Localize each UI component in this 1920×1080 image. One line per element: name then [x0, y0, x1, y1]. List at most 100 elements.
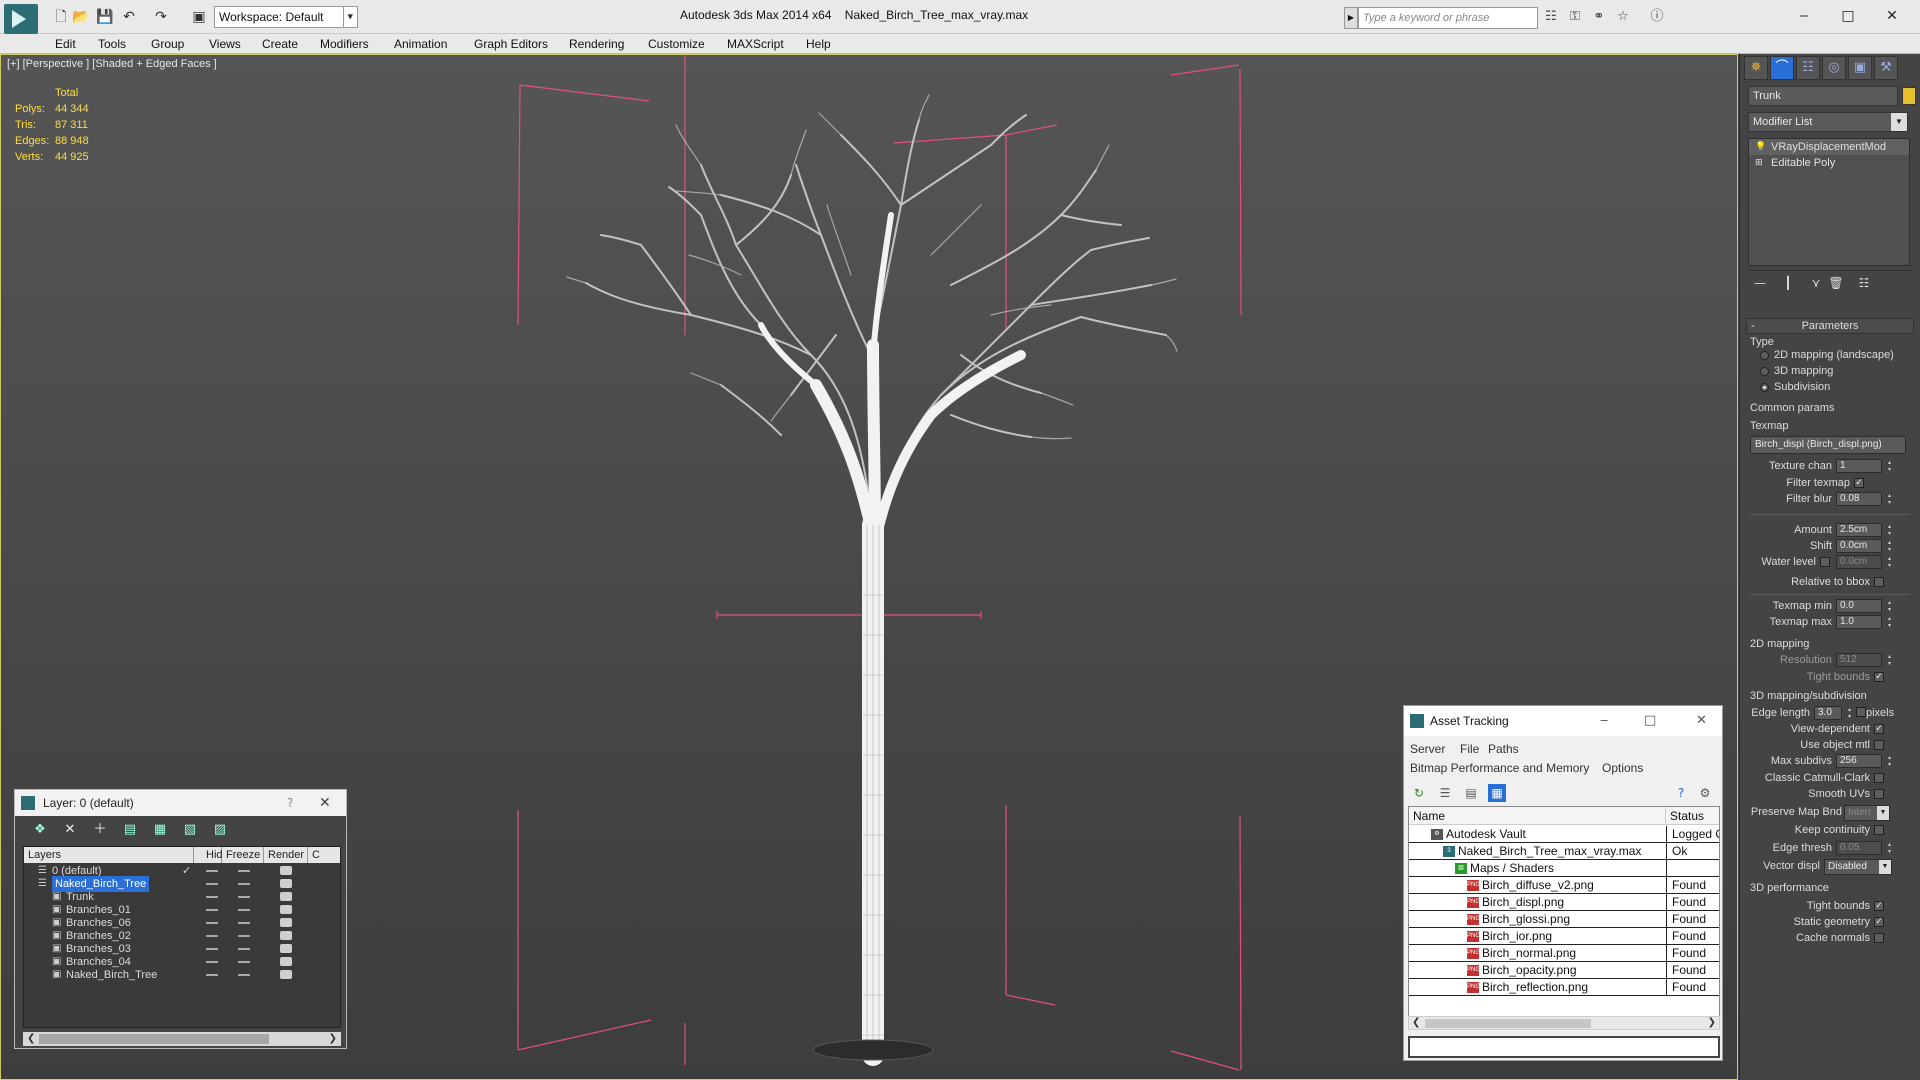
use-object-mtl-checkbox[interactable]	[1874, 740, 1884, 750]
create-tab-icon[interactable]: ✵	[1744, 56, 1768, 80]
menu-bitmap-performance[interactable]: Bitmap Performance and Memory	[1410, 761, 1589, 775]
render-teapot-icon[interactable]	[280, 905, 292, 914]
add-to-layer-icon[interactable]: ＋	[91, 821, 109, 839]
edge-length-spinner[interactable]: 3.0	[1814, 706, 1851, 720]
hide-toggle[interactable]	[206, 974, 218, 976]
project-icon[interactable]: ▣	[190, 8, 208, 26]
tree-view-icon[interactable]: ▤	[1462, 784, 1480, 802]
layer-dialog-titlebar[interactable]: Layer: 0 (default) ? ✕	[15, 790, 346, 816]
scroll-left-icon[interactable]: ❮	[27, 1032, 35, 1046]
menu-tools[interactable]: Tools	[98, 37, 126, 51]
classic-catmull-checkbox[interactable]	[1874, 773, 1884, 783]
close-icon[interactable]: ✕	[1696, 706, 1707, 736]
refresh-icon[interactable]: ↻	[1410, 784, 1428, 802]
filter-blur-spinner[interactable]: 0.08	[1836, 492, 1891, 506]
column-header-layers[interactable]: Layers	[24, 847, 194, 863]
render-teapot-icon[interactable]	[280, 944, 292, 953]
texture-chan-spinner[interactable]: 1	[1836, 459, 1891, 473]
asset-row[interactable]: PNG Birch_opacity.png Found	[1409, 962, 1719, 979]
column-header-freeze[interactable]: Freeze	[222, 847, 264, 863]
hide-toggle[interactable]	[206, 909, 218, 911]
asset-row[interactable]: PNG Birch_diffuse_v2.png Found	[1409, 877, 1719, 894]
layer-name[interactable]: Naked_Birch_Tree	[66, 967, 157, 983]
render-teapot-icon[interactable]	[280, 918, 292, 927]
help-icon[interactable]: ?	[1672, 784, 1690, 802]
render-teapot-icon[interactable]	[280, 866, 292, 875]
menu-rendering[interactable]: Rendering	[569, 37, 624, 51]
search-expand-icon[interactable]: ▶	[1344, 7, 1358, 29]
binoculars-icon[interactable]: ☷	[1542, 8, 1560, 26]
minimize-icon[interactable]: ‒	[1784, 4, 1824, 28]
asset-row[interactable]: PNG Birch_glossi.png Found	[1409, 911, 1719, 928]
menu-options[interactable]: Options	[1602, 761, 1643, 775]
table-view-icon[interactable]: ▦	[1488, 784, 1506, 802]
menu-help[interactable]: Help	[806, 37, 831, 51]
menu-modifiers[interactable]: Modifiers	[320, 37, 369, 51]
select-objects-icon[interactable]: ▤	[121, 821, 139, 839]
column-header-render[interactable]: Render	[264, 847, 308, 863]
freeze-toggle[interactable]	[238, 870, 250, 872]
layer-row[interactable]: Naked_Birch_Tree ▣	[24, 967, 340, 983]
close-icon[interactable]: ✕	[319, 790, 331, 816]
vector-displ-dropdown[interactable]: Disabled ▼	[1824, 859, 1892, 875]
menu-server[interactable]: Server	[1410, 742, 1445, 756]
configure-modifier-sets-icon[interactable]: ☷	[1856, 275, 1872, 291]
parameters-rollout-header[interactable]: - Parameters	[1746, 318, 1914, 334]
pixels-checkbox[interactable]	[1856, 707, 1866, 717]
maximize-icon[interactable]: □	[1828, 4, 1868, 28]
pin-stack-icon[interactable]: —	[1752, 275, 1768, 291]
smooth-uvs-checkbox[interactable]	[1874, 789, 1884, 799]
tight-bounds-checkbox[interactable]: ✓	[1874, 672, 1884, 682]
freeze-toggle[interactable]	[238, 909, 250, 911]
column-header-color[interactable]: C	[308, 847, 340, 863]
menu-paths[interactable]: Paths	[1488, 742, 1519, 756]
scrollbar-thumb[interactable]	[39, 1034, 269, 1044]
hide-toggle[interactable]	[206, 935, 218, 937]
make-unique-icon[interactable]: ⋎	[1808, 275, 1824, 291]
asset-row[interactable]: 3 Naked_Birch_Tree_max_vray.max Ok	[1409, 843, 1719, 860]
hide-toggle[interactable]	[206, 922, 218, 924]
menu-customize[interactable]: Customize	[648, 37, 705, 51]
hierarchy-tab-icon[interactable]: ☷	[1796, 56, 1820, 80]
asset-path-field[interactable]	[1408, 1036, 1720, 1058]
view-dependent-checkbox[interactable]: ✓	[1874, 724, 1884, 734]
search-input[interactable]: Type a keyword or phrase	[1358, 7, 1538, 29]
freeze-toggle[interactable]	[238, 922, 250, 924]
asset-row[interactable]: PNG Birch_displ.png Found	[1409, 894, 1719, 911]
column-header-status[interactable]: Status	[1666, 807, 1719, 825]
render-teapot-icon[interactable]	[280, 970, 292, 979]
hide-toggle[interactable]	[206, 896, 218, 898]
texmap-min-spinner[interactable]: 0.0	[1836, 599, 1891, 613]
asset-row[interactable]: PNG Birch_ior.png Found	[1409, 928, 1719, 945]
water-level-checkbox[interactable]	[1820, 557, 1830, 567]
hide-toggle[interactable]	[206, 961, 218, 963]
layer-horizontal-scrollbar[interactable]: ❮ ❯	[23, 1032, 341, 1046]
show-end-result-icon[interactable]: ┃	[1780, 275, 1796, 291]
link-icon[interactable]: ⚭	[1590, 8, 1608, 26]
star-icon[interactable]: ☆	[1614, 8, 1632, 26]
object-color-swatch[interactable]	[1902, 87, 1916, 105]
render-teapot-icon[interactable]	[280, 931, 292, 940]
redo-icon[interactable]: ↷	[152, 8, 170, 26]
undo-icon[interactable]: ↶	[120, 8, 138, 26]
viewport-label[interactable]: [+] [Perspective ] [Shaded + Edged Faces…	[7, 58, 217, 70]
freeze-toggle[interactable]	[238, 961, 250, 963]
render-teapot-icon[interactable]	[280, 957, 292, 966]
asset-row[interactable]: PNG Birch_normal.png Found	[1409, 945, 1719, 962]
modifier-list-dropdown[interactable]: Modifier List ▼	[1748, 112, 1908, 132]
object-name-field[interactable]: Trunk	[1748, 86, 1898, 106]
open-icon[interactable]: 📂	[72, 8, 90, 26]
water-level-spinner[interactable]: 0.0cm	[1836, 555, 1891, 569]
save-icon[interactable]: 💾	[96, 8, 114, 26]
freeze-toggle[interactable]	[238, 974, 250, 976]
maximize-icon[interactable]: □	[1644, 706, 1656, 736]
texmap-button[interactable]: Birch_displ (Birch_displ.png)	[1750, 436, 1906, 454]
preserve-map-bnd-dropdown[interactable]: Interr ▼	[1844, 805, 1890, 821]
help-icon[interactable]: ⓘ	[1648, 8, 1666, 26]
amount-spinner[interactable]: 2.5cm	[1836, 523, 1891, 537]
radio-subdivision[interactable]	[1760, 383, 1769, 392]
scroll-left-icon[interactable]: ❮	[1412, 1016, 1420, 1030]
app-logo-icon[interactable]	[4, 4, 38, 34]
key-icon[interactable]: ⚿	[1566, 8, 1584, 26]
toolbar-expand-icon[interactable]: ▼	[346, 6, 358, 28]
